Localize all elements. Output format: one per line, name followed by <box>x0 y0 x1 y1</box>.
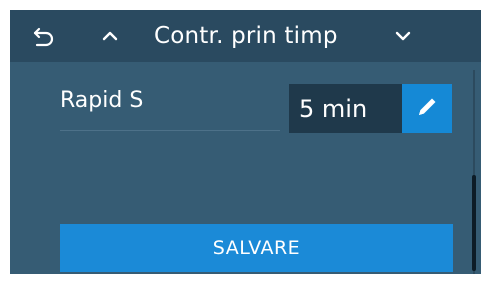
chevron-up-icon <box>99 25 121 47</box>
setting-divider <box>60 130 280 131</box>
page-title: Contr. prin timp <box>154 23 338 49</box>
setting-value: 5 min <box>289 84 402 133</box>
edit-button[interactable] <box>402 84 452 133</box>
scroll-down-button[interactable] <box>387 20 419 52</box>
setting-label: Rapid S <box>60 88 144 113</box>
device-screen: Contr. prin timp Rapid S 5 min SALVARE <box>10 10 481 274</box>
pencil-icon <box>413 93 441 125</box>
save-button[interactable]: SALVARE <box>60 224 453 272</box>
undo-arrow-icon <box>31 23 57 49</box>
back-button[interactable] <box>28 20 60 52</box>
scroll-up-button[interactable] <box>94 20 126 52</box>
scrollbar-thumb[interactable] <box>472 175 476 271</box>
header-bar: Contr. prin timp <box>10 10 481 62</box>
chevron-down-icon <box>392 25 414 47</box>
